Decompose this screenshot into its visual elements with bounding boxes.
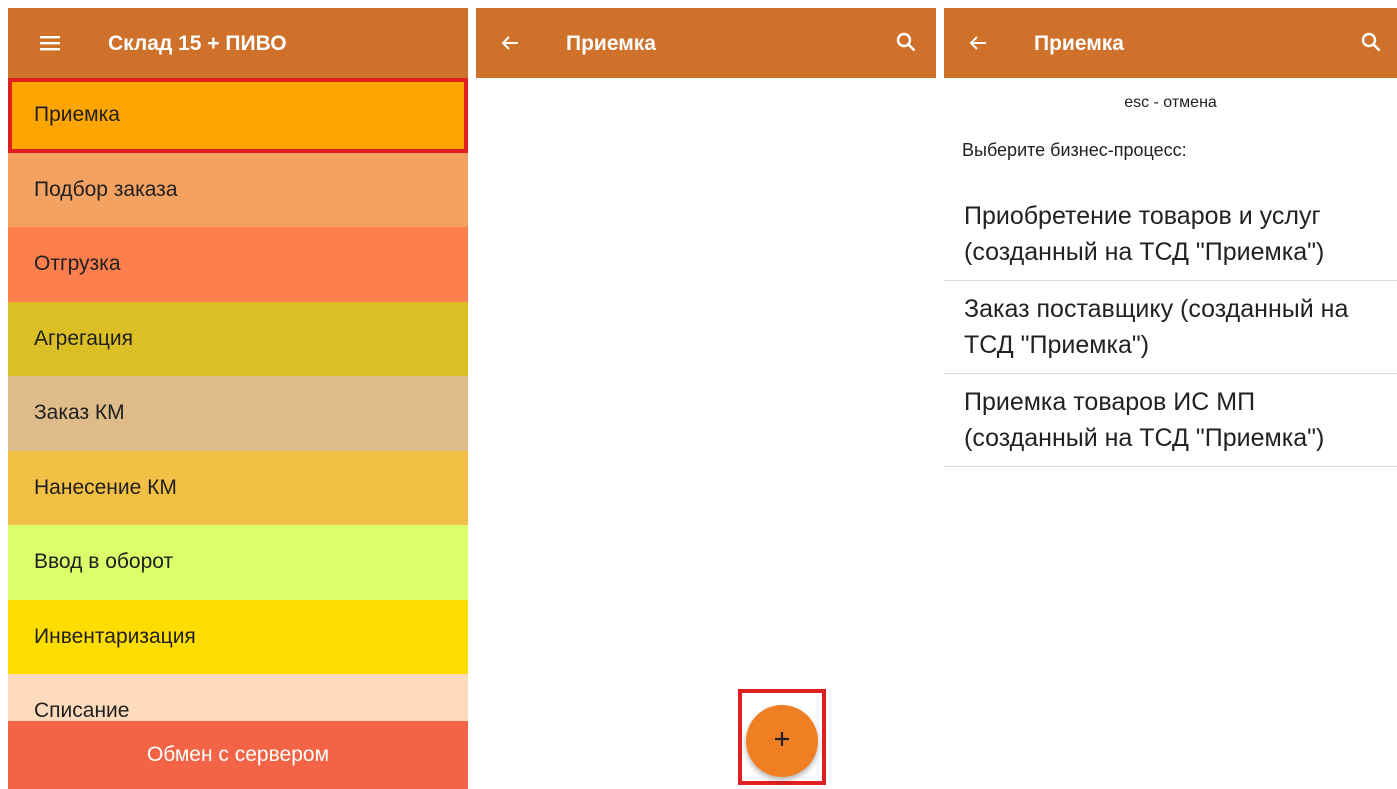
screen-title: Приемка xyxy=(566,32,656,55)
screen-title: Приемка xyxy=(1034,32,1124,55)
menu-item-shipment[interactable]: Отгрузка xyxy=(8,227,468,302)
warehouse-menu-screen: Склад 15 + ПИВО Приемка Подбор заказа От… xyxy=(8,8,468,789)
plus-icon xyxy=(772,729,792,754)
app-bar: Приемка xyxy=(944,8,1397,78)
app-bar: Приемка xyxy=(476,8,936,78)
add-document-button[interactable] xyxy=(746,705,818,777)
business-process-screen: Приемка esc - отмена Выберите бизнес-про… xyxy=(944,8,1397,789)
process-item-purchase[interactable]: Приобретение товаров и услуг (созданный … xyxy=(944,188,1397,281)
arrow-left-icon[interactable] xyxy=(498,31,522,55)
menu-icon[interactable] xyxy=(38,31,62,55)
process-prompt: Выберите бизнес-процесс: xyxy=(962,140,1187,160)
menu-item-circulation[interactable]: Ввод в оборот xyxy=(8,525,468,600)
menu-item-km-marking[interactable]: Нанесение КМ xyxy=(8,450,468,525)
cancel-hint: esc - отмена xyxy=(1124,94,1217,111)
process-list: Приобретение товаров и услуг (созданный … xyxy=(944,188,1397,467)
app-title: Склад 15 + ПИВО xyxy=(108,32,287,55)
process-item-supplier-order[interactable]: Заказ поставщику (созданный на ТСД "Прие… xyxy=(944,281,1397,374)
receipt-screen: Приемка xyxy=(476,8,936,789)
menu-item-aggregation[interactable]: Агрегация xyxy=(8,301,468,376)
process-item-is-mp-receipt[interactable]: Приемка товаров ИС МП (созданный на ТСД … xyxy=(944,374,1397,467)
app-bar: Склад 15 + ПИВО xyxy=(8,8,468,78)
operations-menu: Приемка Подбор заказа Отгрузка Агрегация… xyxy=(8,78,468,749)
server-exchange-button[interactable]: Обмен с сервером xyxy=(8,721,468,789)
menu-item-km-order[interactable]: Заказ КМ xyxy=(8,376,468,451)
menu-item-priemka[interactable]: Приемка xyxy=(8,78,468,153)
arrow-left-icon[interactable] xyxy=(966,31,990,55)
menu-item-order-picking[interactable]: Подбор заказа xyxy=(8,152,468,227)
menu-item-inventory[interactable]: Инвентаризация xyxy=(8,599,468,674)
search-icon[interactable] xyxy=(894,30,918,54)
search-icon[interactable] xyxy=(1359,30,1383,54)
